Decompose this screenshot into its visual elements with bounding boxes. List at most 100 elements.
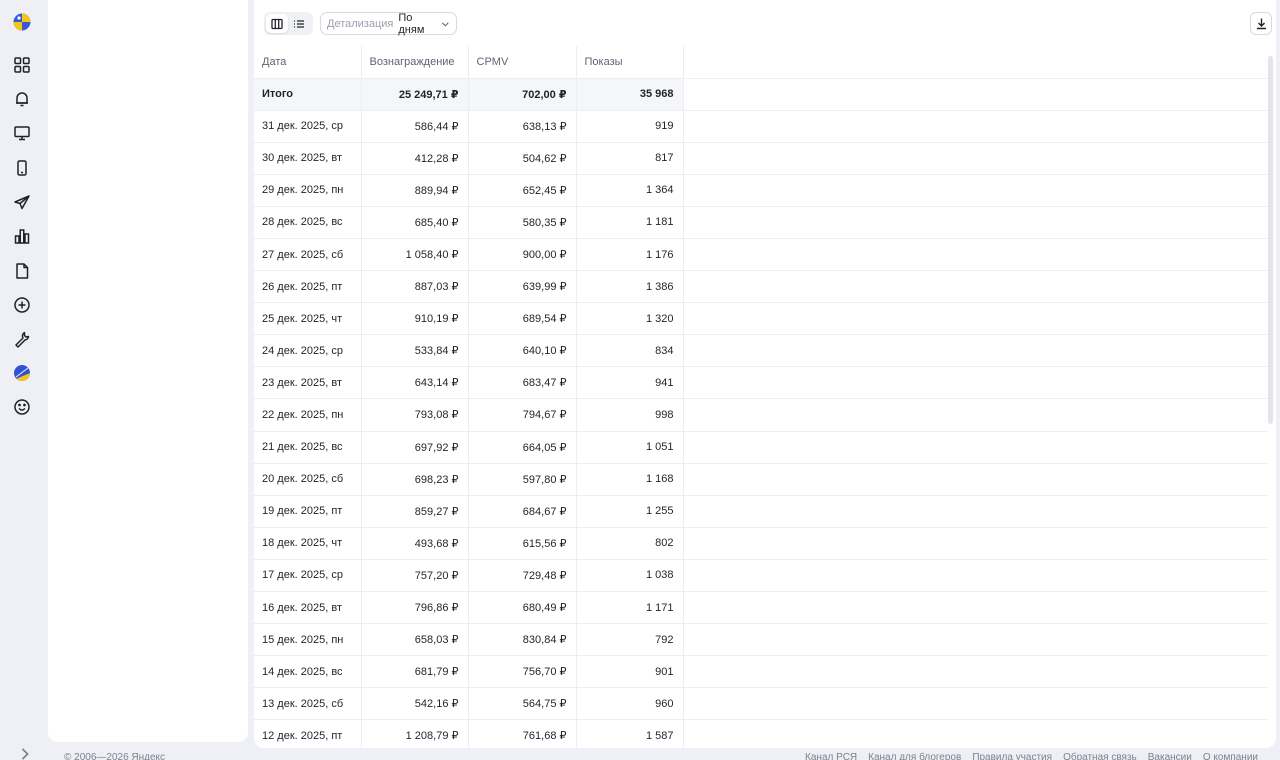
- row-reward: 859,27 ₽: [361, 495, 469, 528]
- row-reward: 533,84 ₽: [361, 334, 469, 368]
- row-filler: [683, 174, 1268, 207]
- detail-select[interactable]: Детализация По дням: [320, 12, 457, 36]
- row-shows: 1 255: [576, 495, 684, 528]
- table-row: 13 дек. 2025, сб 542,16 ₽564,75 ₽960: [254, 687, 1268, 721]
- row-date: 25 дек. 2025, чт: [254, 302, 362, 336]
- column-header-date[interactable]: Дата: [254, 46, 362, 79]
- phone-icon[interactable]: [12, 158, 32, 178]
- footer-link[interactable]: Канал для блогеров: [868, 752, 961, 760]
- row-cpmv: 680,49 ₽: [468, 591, 577, 625]
- row-filler: [683, 431, 1268, 464]
- row-filler: [683, 366, 1268, 400]
- bell-icon[interactable]: [12, 89, 32, 109]
- row-date: 28 дек. 2025, вс: [254, 206, 362, 239]
- table-row: 20 дек. 2025, сб 698,23 ₽597,80 ₽1 168: [254, 463, 1268, 496]
- footer-link[interactable]: О компании: [1203, 752, 1258, 760]
- row-reward: 698,23 ₽: [361, 463, 469, 496]
- header-filler: [683, 46, 1268, 79]
- table-row: 18 дек. 2025, чт 493,68 ₽615,56 ₽802: [254, 527, 1268, 560]
- row-date: 13 дек. 2025, сб: [254, 687, 362, 721]
- row-date: 23 дек. 2025, вт: [254, 366, 362, 400]
- send-icon[interactable]: [12, 192, 32, 212]
- table-row: 19 дек. 2025, пт 859,27 ₽684,67 ₽1 255: [254, 495, 1268, 528]
- download-button[interactable]: [1250, 12, 1272, 35]
- row-filler: [683, 719, 1268, 748]
- row-cpmv: 640,10 ₽: [468, 334, 577, 368]
- report-panel: Детализация По дням Дата Вознаграждение …: [254, 0, 1276, 748]
- row-filler: [683, 110, 1268, 143]
- row-shows: 1 320: [576, 302, 684, 336]
- row-cpmv: 794,67 ₽: [468, 398, 577, 432]
- row-reward: 658,03 ₽: [361, 623, 469, 657]
- row-shows: 802: [576, 527, 684, 560]
- smile-icon[interactable]: [12, 397, 32, 417]
- row-reward: 887,03 ₽: [361, 270, 469, 304]
- logo-icon[interactable]: [12, 12, 32, 32]
- row-cpmv: 830,84 ₽: [468, 623, 577, 657]
- vertical-scrollbar[interactable]: [1268, 56, 1273, 424]
- row-filler: [683, 687, 1268, 721]
- row-cpmv: 684,67 ₽: [468, 495, 577, 528]
- column-header-shows[interactable]: Показы: [576, 46, 684, 79]
- footer-link[interactable]: Обратная связь: [1063, 752, 1137, 760]
- row-cpmv: 683,47 ₽: [468, 366, 577, 400]
- list-view-button[interactable]: [288, 14, 310, 33]
- footer-link[interactable]: Вакансии: [1148, 752, 1192, 760]
- row-date: 15 дек. 2025, пн: [254, 623, 362, 657]
- row-date: 21 дек. 2025, вс: [254, 431, 362, 464]
- left-nav-rail: [0, 0, 44, 760]
- row-date: 18 дек. 2025, чт: [254, 527, 362, 560]
- table-view-button[interactable]: [266, 14, 288, 33]
- row-date: 30 дек. 2025, вт: [254, 142, 362, 175]
- table-row: 14 дек. 2025, вс 681,79 ₽756,70 ₽901: [254, 655, 1268, 689]
- row-reward: 910,19 ₽: [361, 302, 469, 336]
- row-cpmv: 756,70 ₽: [468, 655, 577, 689]
- wrench-icon[interactable]: [12, 329, 32, 349]
- row-shows: 817: [576, 142, 684, 175]
- row-reward: 685,40 ₽: [361, 206, 469, 239]
- row-shows: 1 181: [576, 206, 684, 239]
- row-shows: 834: [576, 334, 684, 368]
- row-date: 29 дек. 2025, пн: [254, 174, 362, 207]
- footer-link[interactable]: Правила участия: [972, 752, 1052, 760]
- row-shows: 919: [576, 110, 684, 143]
- column-header-cpmv[interactable]: CPMV: [468, 46, 577, 79]
- row-reward: 757,20 ₽: [361, 559, 469, 593]
- row-filler: [683, 78, 1268, 111]
- row-cpmv: 638,13 ₽: [468, 110, 577, 143]
- palette-icon[interactable]: [12, 363, 32, 383]
- monitor-icon[interactable]: [12, 123, 32, 143]
- row-date: 19 дек. 2025, пт: [254, 495, 362, 528]
- row-cpmv: 564,75 ₽: [468, 687, 577, 721]
- footer-link[interactable]: Канал РСЯ: [805, 752, 857, 760]
- row-shows: 1 364: [576, 174, 684, 207]
- chevron-right-icon[interactable]: [16, 745, 29, 760]
- column-header-reward[interactable]: Вознаграждение: [361, 46, 469, 79]
- row-cpmv: 580,35 ₽: [468, 206, 577, 239]
- row-shows: 1 171: [576, 591, 684, 625]
- row-shows: 960: [576, 687, 684, 721]
- row-date: 26 дек. 2025, пт: [254, 270, 362, 304]
- bar-chart-icon[interactable]: [12, 226, 32, 246]
- row-reward: 542,16 ₽: [361, 687, 469, 721]
- row-shows: 1 587: [576, 719, 684, 748]
- table-row: 30 дек. 2025, вт 412,28 ₽504,62 ₽817: [254, 142, 1268, 175]
- row-filler: [683, 655, 1268, 689]
- table-row: 25 дек. 2025, чт 910,19 ₽689,54 ₽1 320: [254, 302, 1268, 336]
- footer-copyright: © 2006—2026 Яндекс: [64, 752, 166, 760]
- table-row: 17 дек. 2025, ср 757,20 ₽729,48 ₽1 038: [254, 559, 1268, 593]
- row-shows: 941: [576, 366, 684, 400]
- table-row: 24 дек. 2025, ср 533,84 ₽640,10 ₽834: [254, 334, 1268, 368]
- grid-icon[interactable]: [12, 55, 32, 75]
- document-icon[interactable]: [12, 261, 32, 281]
- total-cpmv: 702,00 ₽: [468, 78, 577, 111]
- plus-circle-icon[interactable]: [12, 295, 32, 315]
- row-cpmv: 664,05 ₽: [468, 431, 577, 464]
- download-icon: [1256, 18, 1266, 30]
- row-filler: [683, 527, 1268, 560]
- table-row: 28 дек. 2025, вс 685,40 ₽580,35 ₽1 181: [254, 206, 1268, 239]
- row-cpmv: 900,00 ₽: [468, 238, 577, 272]
- row-cpmv: 615,56 ₽: [468, 527, 577, 560]
- table-row: 21 дек. 2025, вс 697,92 ₽664,05 ₽1 051: [254, 431, 1268, 464]
- row-filler: [683, 206, 1268, 239]
